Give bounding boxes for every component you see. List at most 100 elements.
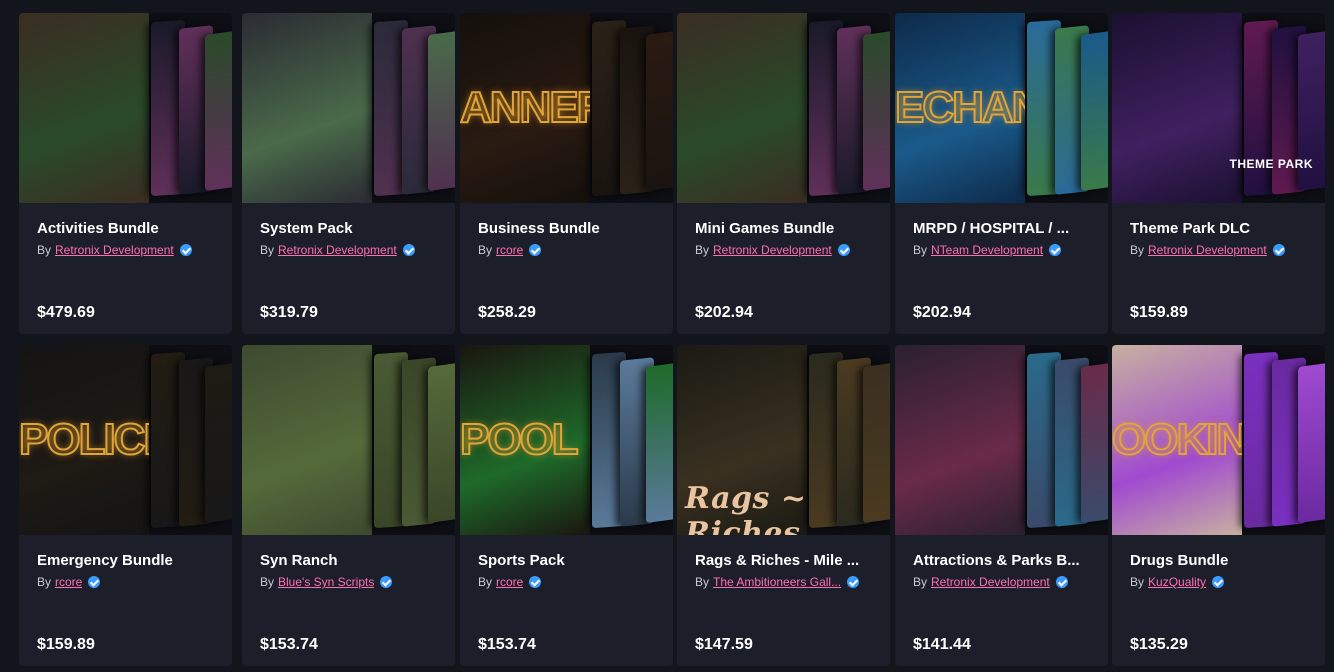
product-card[interactable]: ANNER Business Bundle By rcore $258.29: [460, 13, 673, 334]
verified-badge-icon: [1212, 576, 1225, 588]
product-thumbnail[interactable]: POOL: [460, 345, 673, 535]
product-card[interactable]: Mini Games Bundle By Retronix Developmen…: [677, 13, 890, 334]
product-card[interactable]: Attractions & Parks B... By Retronix Dev…: [895, 345, 1108, 666]
product-title[interactable]: Rags & Riches - Mile ...: [695, 552, 875, 569]
by-label: By: [37, 243, 52, 257]
thumbnail-main-image: [242, 345, 372, 535]
author-link[interactable]: Retronix Development: [931, 575, 1050, 589]
product-byline: By KuzQuality: [1130, 575, 1225, 589]
product-thumbnail[interactable]: [242, 345, 455, 535]
product-price: $479.69: [37, 304, 95, 321]
thumbnail-side-image: [205, 362, 232, 524]
product-price: $135.29: [1130, 636, 1188, 653]
product-thumbnail[interactable]: [19, 13, 232, 203]
product-thumbnail[interactable]: POLICE: [19, 345, 232, 535]
thumbnail-main-image: [1112, 13, 1242, 203]
thumbnail-text: OOKING: [1112, 415, 1242, 465]
author-link[interactable]: Retronix Development: [1148, 243, 1267, 257]
product-thumbnail[interactable]: Rags ~ Riches: [677, 345, 890, 535]
product-card[interactable]: ECHAN MRPD / HOSPITAL / ... By NTeam Dev…: [895, 13, 1108, 334]
product-card[interactable]: System Pack By Retronix Development $319…: [242, 13, 455, 334]
thumbnail-text: POOL: [460, 415, 580, 465]
product-title[interactable]: System Pack: [260, 220, 440, 237]
verified-badge-icon: [529, 576, 542, 588]
product-card[interactable]: POOL Sports Pack By rcore $153.74: [460, 345, 673, 666]
product-title[interactable]: Syn Ranch: [260, 552, 440, 569]
product-price: $141.44: [913, 636, 971, 653]
product-thumbnail[interactable]: [242, 13, 455, 203]
author-link[interactable]: Retronix Development: [278, 243, 397, 257]
author-link[interactable]: rcore: [55, 575, 82, 589]
by-label: By: [260, 243, 275, 257]
by-label: By: [695, 575, 710, 589]
thumbnail-side-image: [428, 30, 455, 192]
product-title[interactable]: MRPD / HOSPITAL / ...: [913, 220, 1093, 237]
product-title[interactable]: Activities Bundle: [37, 220, 217, 237]
product-price: $202.94: [695, 304, 753, 321]
thumbnail-side-image: [205, 30, 232, 192]
thumbnail-text: ANNER: [460, 83, 590, 133]
product-price: $147.59: [695, 636, 753, 653]
verified-badge-icon: [837, 244, 850, 256]
product-price: $258.29: [478, 304, 536, 321]
product-title[interactable]: Drugs Bundle: [1130, 552, 1310, 569]
product-thumbnail[interactable]: THEME PARK: [1112, 13, 1325, 203]
product-byline: By Retronix Development: [37, 243, 192, 257]
product-thumbnail[interactable]: OOKING: [1112, 345, 1325, 535]
product-thumbnail[interactable]: ANNER: [460, 13, 673, 203]
product-card[interactable]: POLICE Emergency Bundle By rcore $159.89: [19, 345, 232, 666]
product-card[interactable]: Activities Bundle By Retronix Developmen…: [19, 13, 232, 334]
product-card[interactable]: Rags ~ Riches Rags & Riches - Mile ... B…: [677, 345, 890, 666]
by-label: By: [913, 243, 928, 257]
by-label: By: [37, 575, 52, 589]
product-card[interactable]: THEME PARK Theme Park DLC By Retronix De…: [1112, 13, 1325, 334]
thumbnail-side-image: [646, 30, 673, 192]
author-link[interactable]: rcore: [496, 243, 523, 257]
product-byline: By Blue's Syn Scripts: [260, 575, 393, 589]
product-byline: By rcore: [37, 575, 101, 589]
product-card[interactable]: Syn Ranch By Blue's Syn Scripts $153.74: [242, 345, 455, 666]
thumbnail-side-image: [1081, 362, 1108, 524]
verified-badge-icon: [847, 576, 860, 588]
by-label: By: [695, 243, 710, 257]
thumbnail-text: ECHAN: [895, 83, 1025, 133]
verified-badge-icon: [380, 576, 393, 588]
product-title[interactable]: Business Bundle: [478, 220, 658, 237]
by-label: By: [913, 575, 928, 589]
product-price: $159.89: [1130, 304, 1188, 321]
product-title[interactable]: Mini Games Bundle: [695, 220, 875, 237]
product-byline: By Retronix Development: [913, 575, 1068, 589]
product-price: $153.74: [260, 636, 318, 653]
product-title[interactable]: Emergency Bundle: [37, 552, 217, 569]
product-price: $153.74: [478, 636, 536, 653]
product-title[interactable]: Attractions & Parks B...: [913, 552, 1093, 569]
by-label: By: [260, 575, 275, 589]
verified-badge-icon: [1055, 576, 1068, 588]
product-thumbnail[interactable]: [895, 345, 1108, 535]
thumbnail-text: POLICE: [19, 415, 149, 465]
author-link[interactable]: NTeam Development: [931, 243, 1043, 257]
product-title[interactable]: Theme Park DLC: [1130, 220, 1310, 237]
author-link[interactable]: Retronix Development: [55, 243, 174, 257]
author-link[interactable]: The Ambitioneers Gall...: [713, 575, 841, 589]
product-byline: By rcore: [478, 243, 542, 257]
product-byline: By The Ambitioneers Gall...: [695, 575, 860, 589]
product-card[interactable]: OOKING Drugs Bundle By KuzQuality $135.2…: [1112, 345, 1325, 666]
product-byline: By Retronix Development: [1130, 243, 1285, 257]
thumbnail-side-image: [1298, 362, 1325, 524]
author-link[interactable]: Retronix Development: [713, 243, 832, 257]
thumbnail-main-image: [895, 345, 1025, 535]
author-link[interactable]: Blue's Syn Scripts: [278, 575, 374, 589]
thumbnail-main-image: [19, 13, 149, 203]
thumbnail-main-image: [677, 13, 807, 203]
author-link[interactable]: rcore: [496, 575, 523, 589]
verified-badge-icon: [88, 576, 101, 588]
product-thumbnail[interactable]: ECHAN: [895, 13, 1108, 203]
thumbnail-side-image: [428, 362, 455, 524]
product-thumbnail[interactable]: [677, 13, 890, 203]
product-title[interactable]: Sports Pack: [478, 552, 658, 569]
thumbnail-side-image: [863, 30, 890, 192]
product-byline: By Retronix Development: [695, 243, 850, 257]
thumbnail-main-image: [242, 13, 372, 203]
author-link[interactable]: KuzQuality: [1148, 575, 1206, 589]
